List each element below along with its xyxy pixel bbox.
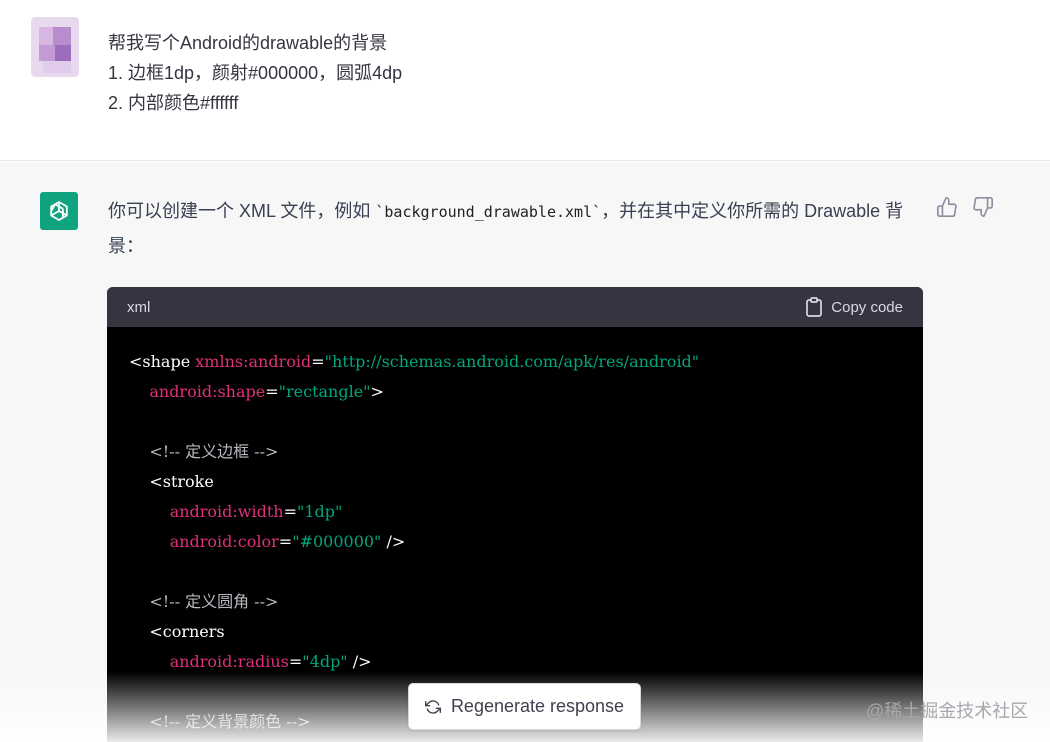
code-line: android:shape="rectangle"> [129,377,901,407]
regenerate-label: Regenerate response [450,696,625,716]
code-token: "rectangle" [278,382,371,401]
thumbs-up-icon [937,197,957,217]
user-avatar [31,17,79,77]
regenerate-response-button[interactable]: Regenerate response [408,683,641,730]
code-line: android:color="#000000" /> [129,527,901,557]
code-token: android:width [169,502,284,521]
code-block: xml Copy code <shape xmlns:android="http… [107,287,923,742]
code-token: /> [347,652,372,671]
assistant-message: 你可以创建一个 XML 文件，例如 `background_drawable.x… [0,162,1050,742]
openai-logo-icon [40,192,78,230]
copy-code-button[interactable]: Copy code [805,297,903,317]
code-line: <!-- 定义圆角 --> [129,587,901,617]
user-message: 帮我写个Android的drawable的背景 1. 边框1dp，颜射#0000… [0,0,1050,161]
code-token: <!-- 定义圆角 --> [129,592,279,611]
code-token: <shape [129,352,196,371]
user-message-line: 1. 边框1dp，颜射#000000，圆弧4dp [108,63,403,83]
code-token: "1dp" [297,502,343,521]
assistant-message-text: 你可以创建一个 XML 文件，例如 `background_drawable.x… [108,194,908,263]
clipboard-icon [806,297,823,317]
code-token: "4dp" [302,652,348,671]
code-block-header: xml Copy code [107,287,923,327]
code-line: <!-- 定义边框 --> [129,437,901,467]
code-language-label: xml [127,298,151,316]
code-token: /> [381,532,406,551]
code-token: = [283,502,297,521]
code-line: android:radius="4dp" /> [129,647,901,677]
code-token: android:radius [169,652,289,671]
inline-code-filename: `background_drawable.xml` [375,203,602,221]
code-token: = [278,532,293,551]
code-token: <!-- 定义边框 --> [129,442,279,461]
refresh-icon [424,699,441,714]
code-content: <shape xmlns:android="http://schemas.and… [107,327,923,742]
code-token: xmlns:android [195,352,312,371]
code-token: <!-- 定义背景颜色 --> [129,712,311,731]
code-token: = [288,652,303,671]
thumbs-up-button[interactable] [936,196,958,218]
code-token: "#000000" [292,532,382,551]
code-line: <stroke [129,467,901,497]
thumbs-down-button[interactable] [972,196,994,218]
code-line: <corners [129,617,901,647]
code-token: "http://schemas.android.com/apk/res/andr… [324,352,700,371]
code-token: android:color [169,532,279,551]
code-token: android:shape [149,382,266,401]
watermark: @稀土掘金技术社区 [866,701,1029,721]
code-token: <stroke [129,472,214,491]
user-message-line: 帮我写个Android的drawable的背景 [108,33,388,53]
code-line: android:width="1dp" [129,497,901,527]
code-line: <shape xmlns:android="http://schemas.and… [129,347,901,377]
code-token: = [265,382,279,401]
copy-code-label: Copy code [831,298,903,316]
code-token: = [311,352,325,371]
intro-text: 你可以创建一个 XML 文件，例如 [108,201,376,221]
user-message-text: 帮我写个Android的drawable的背景 1. 边框1dp，颜射#0000… [108,28,402,118]
code-token: <corners [129,622,225,641]
user-message-line: 2. 内部颜色#ffffff [108,93,239,113]
code-token: > [370,382,384,401]
thumbs-down-icon [973,197,993,217]
